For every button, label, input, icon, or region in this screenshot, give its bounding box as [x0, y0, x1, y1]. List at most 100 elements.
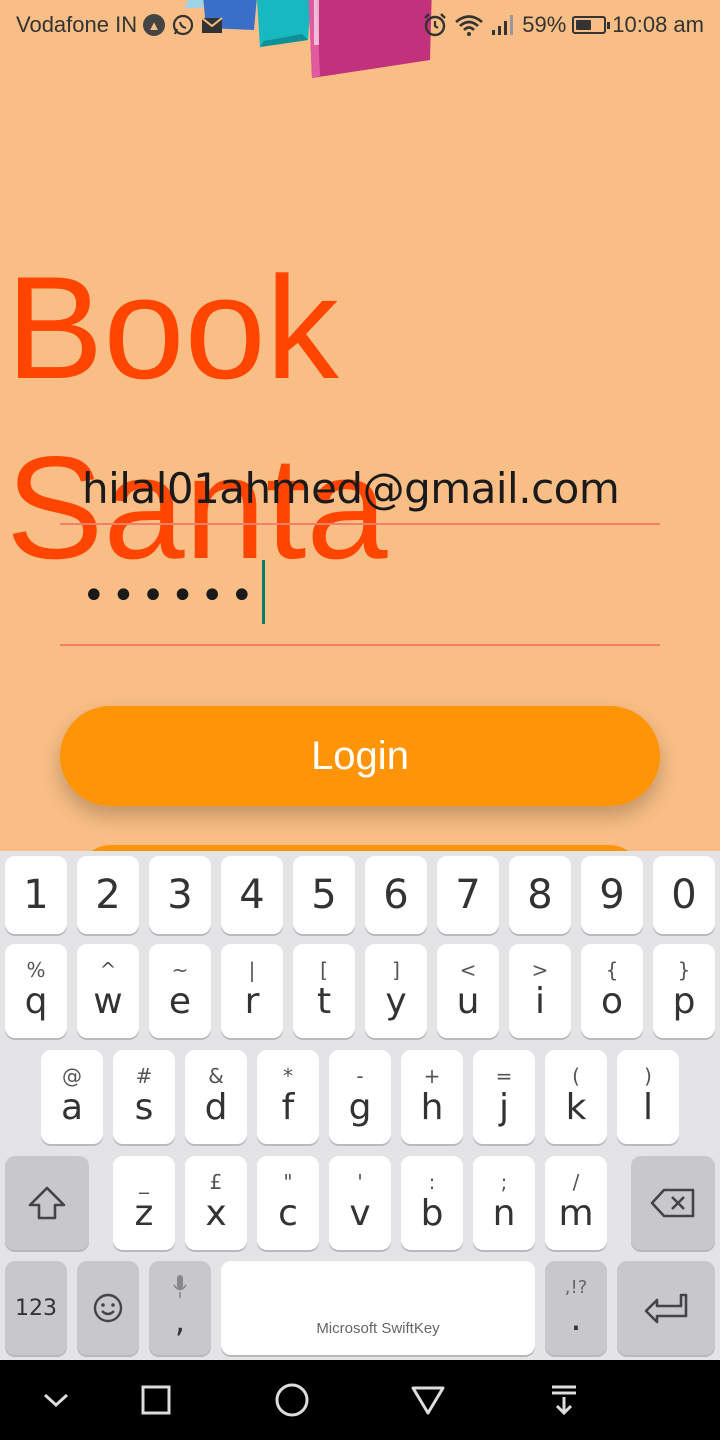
- period-label: .: [570, 1297, 582, 1339]
- key-hint: _: [139, 1170, 149, 1194]
- chevron-down-icon: [43, 1393, 69, 1408]
- status-left: Vodafone IN ▲: [16, 12, 223, 38]
- key-label: m: [558, 1193, 594, 1234]
- key-label: f: [281, 1087, 295, 1128]
- key-j[interactable]: = j: [473, 1050, 535, 1144]
- key-hint: -: [356, 1064, 364, 1088]
- space-key[interactable]: Microsoft SwiftKey: [221, 1261, 535, 1355]
- key-3[interactable]: 3: [149, 856, 211, 934]
- key-label: p: [672, 981, 696, 1022]
- password-value: ••••••: [82, 560, 265, 630]
- key-c[interactable]: " c: [257, 1156, 319, 1250]
- shift-key[interactable]: [5, 1156, 89, 1250]
- punctuation-hint: ,!?: [564, 1276, 588, 1298]
- key-l[interactable]: ) l: [617, 1050, 679, 1144]
- keyboard: 1 2 3 4 5 6 7 8 9 0% q ^ w ~ e | r[t] y < u > i{o} p @ a # s & d * f - g…: [0, 851, 720, 1360]
- period-key[interactable]: ,!? .: [545, 1261, 607, 1355]
- key-hint: {: [605, 958, 619, 982]
- key-0[interactable]: 0: [653, 856, 715, 934]
- key-hint: £: [209, 1170, 223, 1194]
- key-label: 2: [95, 872, 121, 918]
- key-u[interactable]: < u: [437, 944, 499, 1038]
- key-label: q: [24, 981, 48, 1022]
- key-9[interactable]: 9: [581, 856, 643, 934]
- key-1[interactable]: 1: [5, 856, 67, 934]
- key-e[interactable]: ~ e: [149, 944, 211, 1038]
- navigation-bar: [0, 1360, 720, 1440]
- key-label: 5: [311, 872, 337, 918]
- key-w[interactable]: ^ w: [77, 944, 139, 1038]
- key-label: r: [244, 981, 260, 1022]
- key-8[interactable]: 8: [509, 856, 571, 934]
- password-field[interactable]: ••••••: [60, 560, 660, 646]
- key-n[interactable]: ; n: [473, 1156, 535, 1250]
- password-dots: ••••••: [82, 573, 260, 619]
- key-hint: *: [283, 1064, 293, 1088]
- key-hint: <: [459, 958, 477, 982]
- key-hint: (: [572, 1064, 580, 1088]
- status-bar: Vodafone IN ▲ 59% 10:08 am: [0, 0, 720, 50]
- key-hint: ^: [99, 958, 117, 982]
- hide-keyboard-button[interactable]: [34, 1378, 78, 1422]
- key-p[interactable]: } p: [653, 944, 715, 1038]
- key-label: n: [492, 1193, 516, 1234]
- comma-key[interactable]: ,: [149, 1261, 211, 1355]
- login-button[interactable]: Login: [60, 706, 660, 806]
- key-6[interactable]: 6: [365, 856, 427, 934]
- key-x[interactable]: £ x: [185, 1156, 247, 1250]
- key-v[interactable]: ' v: [329, 1156, 391, 1250]
- key-label: k: [565, 1087, 587, 1128]
- key-label: l: [642, 1087, 653, 1128]
- comma-label: ,: [174, 1302, 186, 1340]
- microphone-icon: [173, 1275, 187, 1298]
- key-g[interactable]: -g: [329, 1050, 391, 1144]
- alarm-icon: [422, 12, 448, 38]
- key-hint: ~: [171, 958, 189, 982]
- key-h[interactable]: + h: [401, 1050, 463, 1144]
- key-label: j: [498, 1087, 509, 1128]
- key-hint: [: [320, 958, 328, 982]
- email-field[interactable]: hilal01ahmed@gmail.com: [60, 455, 660, 525]
- key-s[interactable]: # s: [113, 1050, 175, 1144]
- symbols-key[interactable]: 123: [5, 1261, 67, 1355]
- key-2[interactable]: 2: [77, 856, 139, 934]
- text-cursor: [261, 560, 265, 624]
- key-7[interactable]: 7: [437, 856, 499, 934]
- key-t[interactable]: [t: [293, 944, 355, 1038]
- key-f[interactable]: * f: [257, 1050, 319, 1144]
- key-i[interactable]: > i: [509, 944, 571, 1038]
- emoji-key[interactable]: [77, 1261, 139, 1355]
- key-5[interactable]: 5: [293, 856, 355, 934]
- app-title: Book Santa: [6, 246, 388, 589]
- key-label: t: [316, 981, 332, 1022]
- space-label: Microsoft SwiftKey: [316, 1320, 440, 1337]
- key-hint: =: [495, 1064, 513, 1088]
- key-a[interactable]: @ a: [41, 1050, 103, 1144]
- key-label: s: [134, 1087, 154, 1128]
- key-m[interactable]: / m: [545, 1156, 607, 1250]
- key-d[interactable]: & d: [185, 1050, 247, 1144]
- key-4[interactable]: 4: [221, 856, 283, 934]
- notification-pull-button[interactable]: [542, 1378, 586, 1422]
- wifi-icon: [454, 13, 484, 37]
- recents-button[interactable]: [134, 1378, 178, 1422]
- key-b[interactable]: :b: [401, 1156, 463, 1250]
- home-button[interactable]: [270, 1378, 314, 1422]
- status-right: 59% 10:08 am: [422, 12, 704, 38]
- key-y[interactable]: ] y: [365, 944, 427, 1038]
- key-label: 9: [599, 872, 625, 918]
- key-r[interactable]: | r: [221, 944, 283, 1038]
- key-k[interactable]: (k: [545, 1050, 607, 1144]
- key-hint: }: [677, 958, 691, 982]
- key-hint: /: [572, 1170, 580, 1194]
- enter-key[interactable]: [617, 1261, 715, 1355]
- battery-percent: 59%: [522, 12, 567, 37]
- key-o[interactable]: {o: [581, 944, 643, 1038]
- key-z[interactable]: _ z: [113, 1156, 175, 1250]
- key-label: x: [205, 1193, 227, 1234]
- backspace-key[interactable]: [631, 1156, 715, 1250]
- key-label: a: [60, 1087, 84, 1128]
- back-button[interactable]: [406, 1378, 450, 1422]
- key-q[interactable]: % q: [5, 944, 67, 1038]
- battery-level: [576, 20, 592, 30]
